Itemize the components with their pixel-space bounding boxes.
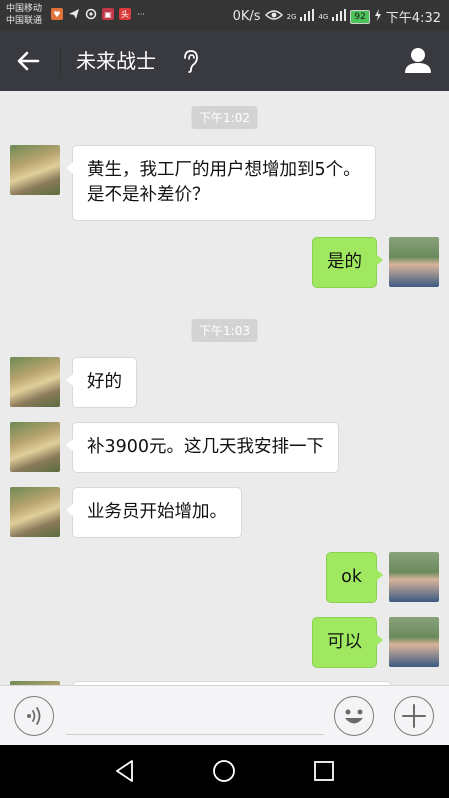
plus-icon — [402, 704, 426, 728]
charging-icon — [374, 8, 382, 25]
carrier-2: 中国联通 — [6, 16, 43, 26]
voice-button[interactable] — [14, 696, 54, 736]
nav-home-button[interactable] — [211, 758, 237, 784]
carrier-1: 中国移动 — [6, 4, 43, 14]
network-speed: 0K/s — [232, 9, 261, 24]
signal-icon-2 — [332, 8, 347, 25]
voice-icon — [27, 707, 41, 725]
received-message[interactable]: 好的 — [66, 357, 137, 408]
signal-label-1: 2G — [286, 12, 297, 21]
chat-title: 未来战士 — [76, 49, 156, 73]
my-avatar[interactable] — [389, 552, 439, 602]
received-message[interactable]: 业务员开始增加。 — [66, 487, 242, 538]
more-notifications-icon: ··· — [137, 9, 145, 19]
message-text-line: 是不是补差价？ — [87, 185, 210, 205]
contact-avatar[interactable] — [10, 422, 60, 472]
clock: 下午4:32 — [385, 11, 441, 26]
notification-icons: ♥ ▣ 头 ··· — [51, 8, 146, 20]
chat-header: 未来战士 — [0, 31, 449, 91]
contact-avatar[interactable] — [10, 357, 60, 407]
system-nav-bar — [0, 745, 449, 798]
battery-indicator: 92 — [350, 9, 370, 24]
my-avatar[interactable] — [389, 617, 439, 667]
timestamp: 下午1:02 — [191, 106, 258, 129]
sent-message[interactable]: 是的 — [312, 237, 383, 288]
my-avatar[interactable] — [389, 237, 439, 287]
app-notification-icon: ♥ — [51, 8, 63, 20]
received-message[interactable]: 黄生，我工厂的用户想增加到5个。 是不是补差价？ — [66, 145, 376, 221]
back-button[interactable] — [14, 47, 44, 75]
signal-icon — [300, 8, 315, 25]
contact-avatar[interactable] — [10, 145, 60, 195]
message-text-line: 黄生，我工厂的用户想增加到5个。 — [87, 160, 361, 180]
red-app-icon: ▣ — [102, 8, 114, 20]
contact-avatar[interactable] — [10, 487, 60, 537]
status-bar: 中国移动 中国联通 ♥ ▣ 头 ··· 0K/s 2G 4G 92 下午4:32 — [0, 0, 449, 31]
triangle-back-icon — [116, 760, 133, 782]
settings-icon — [85, 8, 97, 20]
input-bar — [0, 685, 449, 745]
message-input[interactable] — [66, 734, 324, 735]
signal-label-2: 4G — [318, 12, 329, 21]
timestamp: 下午1:03 — [191, 319, 258, 342]
emoji-icon — [345, 709, 363, 724]
circle-home-icon — [213, 760, 235, 782]
person-icon — [405, 48, 431, 73]
nav-recents-button[interactable] — [311, 758, 337, 784]
received-message[interactable]: 补3900元。这几天我安排一下 — [65, 422, 340, 473]
carrier-info: 中国移动 中国联通 — [6, 3, 42, 27]
emoji-button[interactable] — [334, 696, 374, 736]
sent-message[interactable]: ok — [326, 552, 383, 603]
status-right: 0K/s 2G 4G 92 下午4:32 — [233, 7, 441, 26]
square-recents-icon — [314, 761, 334, 781]
profile-button[interactable] — [403, 45, 433, 75]
toutiao-icon: 头 — [119, 8, 131, 20]
telegram-icon — [68, 8, 80, 20]
nav-back-button[interactable] — [112, 758, 138, 784]
sent-message[interactable]: 可以 — [312, 617, 383, 668]
arrow-left-icon — [17, 51, 40, 71]
eye-icon — [264, 9, 283, 25]
ear-icon — [180, 48, 200, 74]
header-divider — [60, 48, 61, 74]
chat-area[interactable]: 下午1:02 黄生，我工厂的用户想增加到5个。 是不是补差价？ 是的 下午1:0… — [0, 91, 449, 685]
more-button[interactable] — [394, 696, 434, 736]
